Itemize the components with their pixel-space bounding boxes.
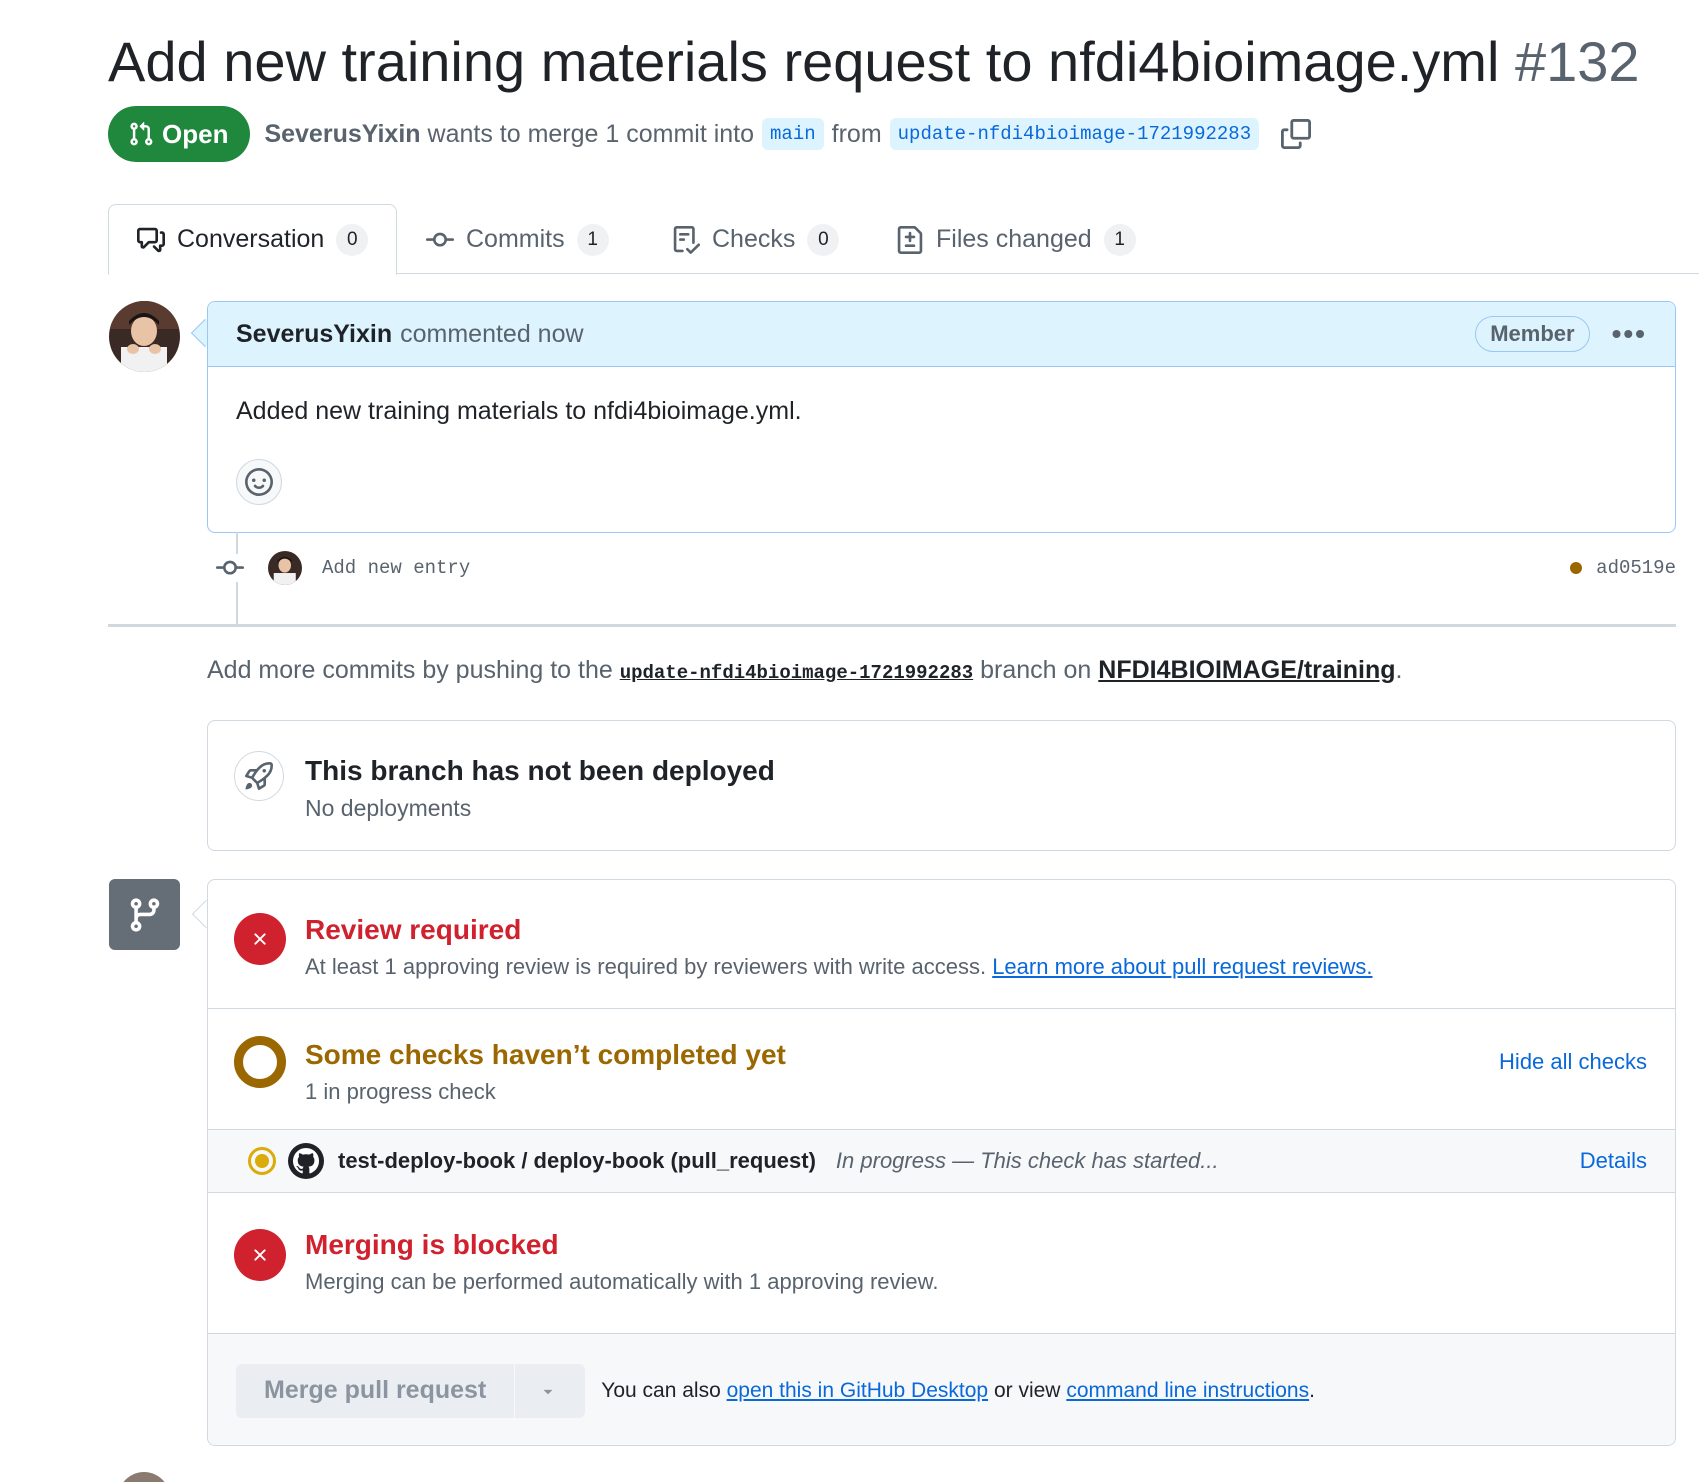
commit-message[interactable]: Add new entry [322, 557, 470, 579]
deployment-box: This branch has not been deployed No dep… [207, 720, 1676, 851]
check-status: In progress — This check has started... [835, 1148, 1219, 1173]
review-section: Review required At least 1 approving rev… [208, 880, 1675, 1009]
merge-pull-request-button[interactable]: Merge pull request [236, 1376, 514, 1405]
check-name: test-deploy-book / deploy-book (pull_req… [338, 1148, 816, 1173]
merge-button-group: Merge pull request [236, 1363, 586, 1418]
tab-counter: 0 [336, 223, 369, 256]
commit-sha[interactable]: ad0519e [1570, 557, 1676, 579]
tab-label: Files changed [936, 225, 1092, 253]
state-badge: Open [108, 106, 251, 162]
git-branch-icon [130, 897, 159, 932]
pr-title: Add new training materials request to nf… [108, 30, 1500, 93]
blocked-section: Merging is blocked Merging can be perfor… [208, 1193, 1675, 1334]
merge-alternatives: You can also open this in GitHub Desktop… [601, 1379, 1315, 1403]
repo-link[interactable]: NFDI4BIOIMAGE/training [1098, 656, 1395, 684]
rocket-icon [234, 751, 284, 801]
page-title: Add new training materials request to nf… [108, 28, 1640, 95]
comment-body: Added new training materials to nfdi4bio… [236, 397, 802, 425]
deploy-title: This branch has not been deployed [305, 755, 775, 786]
tab-files-changed[interactable]: Files changed 1 [868, 204, 1164, 275]
from-text: from [831, 119, 882, 148]
review-text: At least 1 approving review is required … [305, 954, 987, 979]
hide-checks-link[interactable]: Hide all checks [1499, 1049, 1647, 1075]
tab-checks[interactable]: Checks 0 [644, 204, 867, 275]
base-branch[interactable]: main [762, 118, 824, 150]
role-badge: Member [1475, 316, 1590, 352]
or-text: or view [993, 1378, 1061, 1402]
comment-card: SeverusYixin commented now Member ••• Ad… [207, 301, 1676, 533]
x-circle-icon [234, 913, 286, 965]
next-avatar[interactable] [118, 1472, 170, 1482]
tab-label: Commits [466, 225, 565, 253]
checks-subtitle: 1 in progress check [305, 1079, 496, 1104]
tab-counter: 1 [1103, 223, 1136, 256]
head-branch[interactable]: update-nfdi4bioimage-1721992283 [889, 118, 1260, 150]
state-label: Open [162, 118, 229, 149]
also-suffix: . [1309, 1378, 1315, 1402]
review-learn-more-link[interactable]: Learn more about pull request reviews. [992, 954, 1372, 979]
check-row: test-deploy-book / deploy-book (pull_req… [208, 1129, 1675, 1193]
review-title: Review required [305, 914, 522, 945]
comment-discussion-icon [137, 227, 165, 252]
blocked-title: Merging is blocked [305, 1229, 559, 1260]
git-commit-icon [426, 232, 454, 247]
tab-label: Checks [712, 225, 796, 253]
merge-options-dropdown[interactable] [514, 1363, 585, 1418]
comment-action[interactable]: commented now [400, 320, 583, 349]
github-actions-logo-icon [288, 1143, 324, 1179]
avatar[interactable] [109, 301, 180, 372]
copy-icon[interactable] [1281, 119, 1312, 149]
merge-footer: Merge pull request You can also open thi… [208, 1334, 1675, 1445]
push-hint-branch[interactable]: update-nfdi4bioimage-1721992283 [620, 662, 973, 684]
pending-ring-icon [234, 1036, 286, 1088]
kebab-menu-icon[interactable]: ••• [1612, 318, 1647, 350]
comment-author[interactable]: SeverusYixin [236, 320, 392, 349]
also-prefix: You can also [601, 1378, 721, 1402]
tab-commits[interactable]: Commits 1 [398, 204, 637, 275]
author-link[interactable]: SeverusYixin [264, 120, 420, 149]
git-commit-icon [216, 554, 244, 582]
pending-status-dot[interactable] [1570, 562, 1583, 574]
commit-avatar[interactable] [268, 551, 302, 585]
tab-counter: 1 [576, 223, 609, 256]
commit-sha-text[interactable]: ad0519e [1596, 557, 1676, 579]
review-text-row: At least 1 approving review is required … [305, 954, 1373, 980]
deploy-subtitle: No deployments [305, 795, 472, 821]
checks-section: Some checks haven’t completed yet 1 in p… [208, 1009, 1675, 1129]
check-details-link[interactable]: Details [1580, 1148, 1647, 1174]
merge-status-icon [109, 879, 180, 950]
commit-row: Add new entry ad0519e [216, 546, 1676, 590]
triangle-down-icon [544, 1389, 553, 1394]
push-hint-middle: branch on [980, 656, 1092, 684]
timeline-divider [108, 624, 1676, 627]
push-hint-prefix: Add more commits by pushing to the [207, 656, 613, 684]
tab-label: Conversation [177, 225, 325, 253]
blocked-text: Merging can be performed automatically w… [305, 1269, 939, 1294]
command-line-link[interactable]: command line instructions [1066, 1379, 1309, 1402]
push-hint-suffix: . [1395, 656, 1403, 684]
pr-meta: Open SeverusYixin wants to merge 1 commi… [108, 106, 1312, 162]
checklist-icon [673, 225, 700, 254]
checks-title: Some checks haven’t completed yet [305, 1039, 786, 1070]
tab-counter: 0 [807, 223, 840, 256]
x-circle-icon [234, 1229, 286, 1281]
merge-box: Review required At least 1 approving rev… [207, 879, 1676, 1446]
tab-conversation[interactable]: Conversation 0 [108, 204, 398, 275]
push-hint: Add more commits by pushing to the updat… [207, 656, 1402, 685]
in-progress-icon [248, 1147, 276, 1175]
pull-request-icon [130, 121, 153, 146]
smiley-icon [245, 468, 273, 496]
merge-text: wants to merge 1 commit into [427, 119, 755, 148]
comment-header: SeverusYixin commented now Member ••• [208, 302, 1675, 367]
pr-tabs: Conversation 0 Commits 1 Checks 0 Files … [108, 204, 1699, 275]
file-diff-icon [897, 225, 923, 254]
add-reaction-button[interactable] [236, 459, 282, 505]
pr-number: #132 [1514, 30, 1640, 93]
github-desktop-link[interactable]: open this in GitHub Desktop [727, 1379, 988, 1402]
